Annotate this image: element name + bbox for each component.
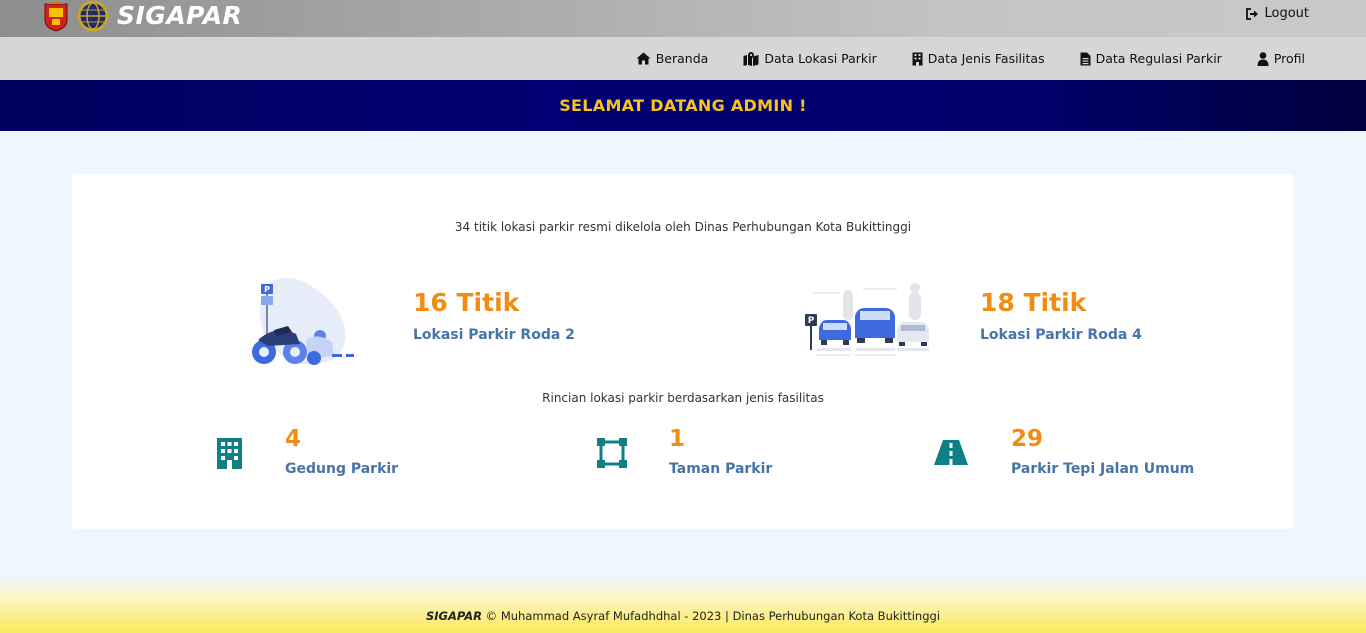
gedung-parkir-count: 4 [285, 426, 302, 452]
nav-item-beranda[interactable]: Beranda [636, 51, 709, 66]
svg-text:P: P [264, 285, 270, 294]
nav-label: Profil [1273, 51, 1305, 66]
home-icon [636, 52, 651, 65]
logout-button[interactable]: Logout [1246, 6, 1309, 21]
tepi-jalan-count: 29 [1011, 426, 1044, 452]
tepi-jalan-label: Parkir Tepi Jalan Umum [1011, 461, 1195, 477]
map-marker-icon [743, 51, 759, 66]
nav-label: Beranda [655, 51, 709, 66]
footer-brand: SIGAPAR [425, 609, 483, 623]
building-icon [217, 438, 242, 469]
nav-item-data-jenis-fasilitas[interactable]: Data Jenis Fasilitas [912, 51, 1045, 66]
footer-copyright: © Muhammad Asyraf Mufadhdhal - 2023 | Di… [485, 609, 941, 623]
sign-out-icon [1246, 7, 1259, 20]
nav-item-profil[interactable]: Profil [1257, 51, 1305, 66]
logout-label: Logout [1264, 6, 1309, 21]
dishub-globe-logo [77, 0, 109, 32]
top-bar: SIGAPAR Logout [0, 0, 1366, 37]
summary-card: 34 titik lokasi parkir resmi dikelola ol… [72, 174, 1294, 529]
roda2-label: Lokasi Parkir Roda 2 [413, 327, 575, 343]
brand-title[interactable]: SIGAPAR [117, 0, 242, 32]
footer: SIGAPAR © Muhammad Asyraf Mufadhdhal - 2… [0, 576, 1366, 633]
nav-item-data-regulasi-parkir[interactable]: Data Regulasi Parkir [1080, 51, 1222, 66]
main-navbar: Beranda Data Lokasi Parkir Data Jenis Fa… [0, 37, 1366, 80]
user-icon [1257, 51, 1269, 66]
document-icon [1080, 52, 1091, 65]
gedung-parkir-label: Gedung Parkir [285, 461, 399, 477]
roda4-label: Lokasi Parkir Roda 4 [980, 327, 1142, 343]
motorcycle-parking-illustration: P [252, 278, 354, 365]
footer-text: SIGAPAR © Muhammad Asyraf Mufadhdhal - 2… [0, 609, 1366, 623]
nav-item-data-lokasi-parkir[interactable]: Data Lokasi Parkir [743, 51, 877, 66]
welcome-banner: SELAMAT DATANG ADMIN ! [0, 80, 1366, 131]
road-icon [934, 440, 968, 465]
taman-parkir-label: Taman Parkir [669, 461, 773, 477]
svg-text:P: P [808, 316, 815, 326]
taman-parkir-count: 1 [669, 426, 686, 452]
building-icon [912, 52, 923, 66]
vector-square-icon [597, 438, 627, 468]
nav-label: Data Lokasi Parkir [764, 51, 877, 66]
city-crest-logo [44, 2, 68, 32]
car-parking-illustration: P [805, 283, 929, 356]
welcome-text: SELAMAT DATANG ADMIN ! [559, 96, 807, 115]
nav-label: Data Jenis Fasilitas [927, 51, 1045, 66]
roda2-count: 16 Titik [413, 288, 520, 317]
roda4-count: 18 Titik [980, 288, 1087, 317]
summary-intro: 34 titik lokasi parkir resmi dikelola ol… [454, 220, 912, 234]
facility-intro: Rincian lokasi parkir berdasarkan jenis … [542, 391, 824, 405]
nav-label: Data Regulasi Parkir [1095, 51, 1222, 66]
